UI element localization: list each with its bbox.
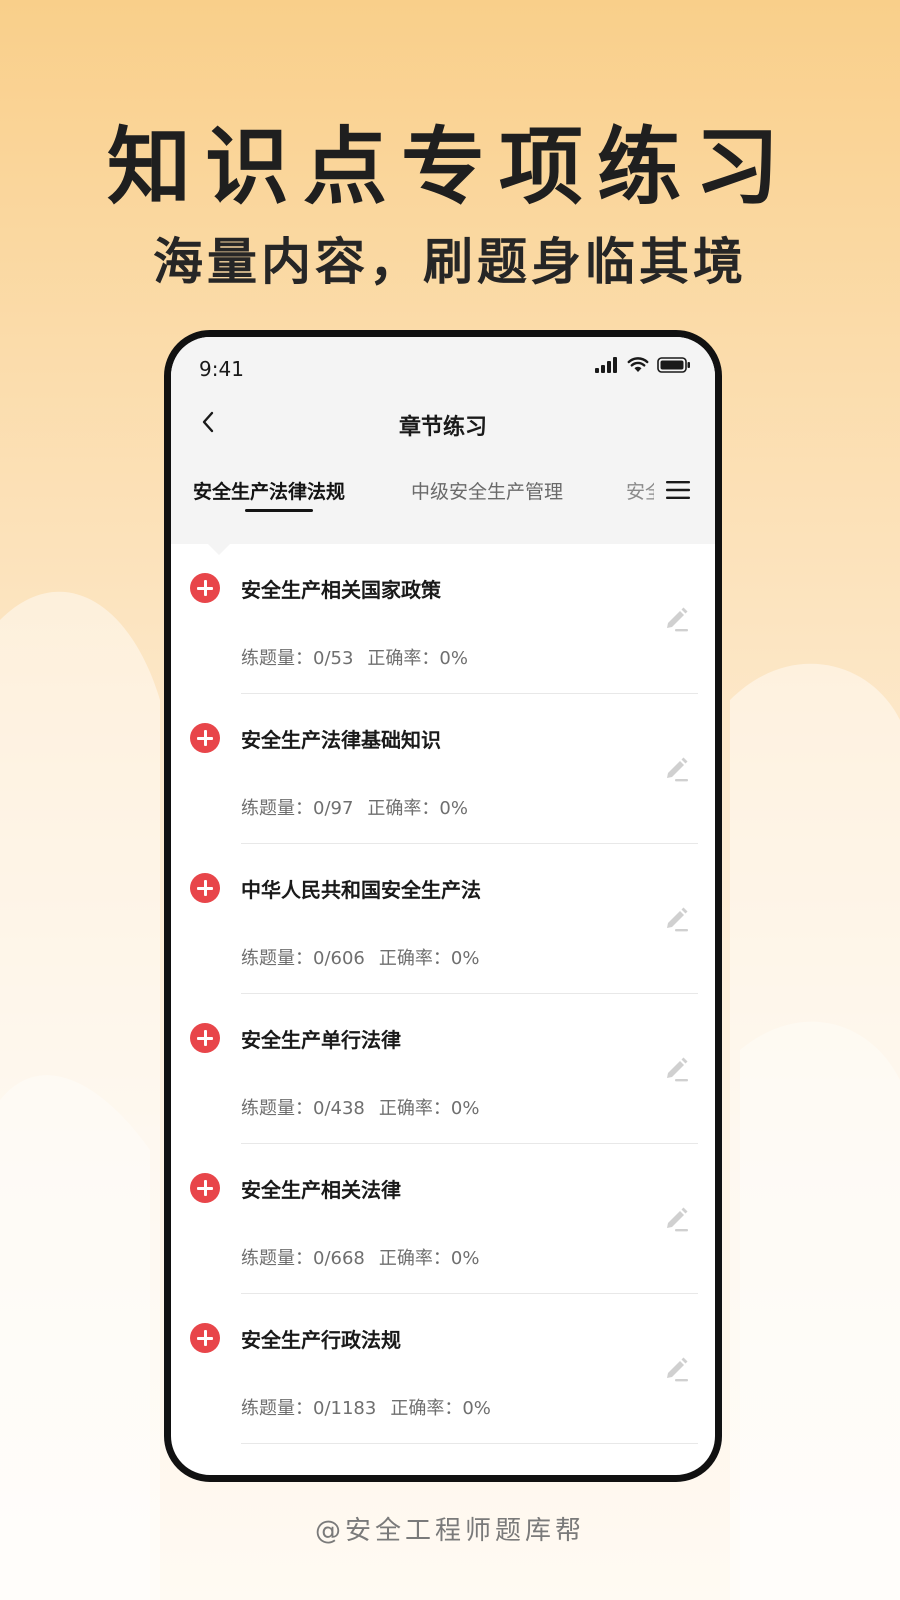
chapter-item[interactable]: 安全生产单行法律 练题量：0/438 正确率：0%	[171, 994, 715, 1144]
chapter-item[interactable]: 安全生产法律基础知识 练题量：0/97 正确率：0%	[171, 694, 715, 844]
accuracy-label: 正确率：	[378, 1248, 451, 1269]
edit-icon[interactable]	[661, 1202, 693, 1234]
tab-active-indicator	[245, 509, 313, 512]
page-title: 章节练习	[398, 415, 487, 440]
expand-plus-icon[interactable]	[190, 1173, 220, 1203]
accuracy-label: 正确率：	[378, 948, 451, 969]
chapter-stats: 练题量：0/606 正确率：0%	[241, 944, 479, 970]
hero-title: 知识点专项练习	[106, 118, 793, 216]
phone-header-area: 9:41 章节练习 安全生产法律法规 中级安全生产管理 安	[171, 337, 715, 544]
chapter-list: 安全生产相关国家政策 练题量：0/53 正确率：0% 安全生产法律基础知识 练题量…	[171, 544, 715, 1444]
accuracy-value: 0%	[439, 648, 468, 669]
count-label: 练题量：	[241, 1098, 313, 1119]
count-value: 0/1183	[313, 1398, 377, 1419]
count-label: 练题量：	[241, 948, 313, 969]
expand-plus-icon[interactable]	[190, 873, 220, 903]
accuracy-value: 0%	[450, 1248, 480, 1269]
chapter-stats: 练题量：0/53 正确率：0%	[241, 644, 468, 670]
battery-icon	[657, 357, 690, 373]
accuracy-label: 正确率：	[367, 798, 440, 819]
tab-menu-button[interactable]	[663, 475, 693, 505]
edit-icon[interactable]	[661, 902, 693, 934]
chapter-title: 安全生产法律基础知识	[241, 728, 441, 752]
chapter-tabs: 安全生产法律法规 中级安全生产管理 安全	[171, 477, 715, 527]
chapter-stats: 练题量：0/1183 正确率：0%	[241, 1394, 491, 1420]
menu-icon	[666, 481, 690, 499]
chapter-title: 安全生产单行法律	[241, 1028, 401, 1052]
expand-plus-icon[interactable]	[190, 1323, 220, 1353]
accuracy-label: 正确率：	[378, 1098, 451, 1119]
hero-subtitle: 海量内容，刷题身临其境	[153, 233, 747, 291]
tab-safety-law[interactable]: 安全生产法律法规	[193, 477, 345, 504]
accuracy-label: 正确率：	[367, 648, 440, 669]
count-value: 0/438	[313, 1098, 365, 1119]
accuracy-label: 正确率：	[390, 1398, 463, 1419]
tab-intermediate-management[interactable]: 中级安全生产管理	[411, 477, 563, 504]
chapter-item[interactable]: 中华人民共和国安全生产法 练题量：0/606 正确率：0%	[171, 844, 715, 994]
chapter-title: 中华人民共和国安全生产法	[241, 878, 481, 902]
divider	[241, 1443, 698, 1444]
chapter-stats: 练题量：0/668 正确率：0%	[241, 1244, 479, 1270]
count-value: 0/97	[313, 798, 354, 819]
count-label: 练题量：	[241, 1398, 313, 1419]
status-time: 9:41	[199, 357, 244, 381]
count-value: 0/606	[313, 948, 365, 969]
accuracy-value: 0%	[439, 798, 468, 819]
chapter-title: 安全生产相关国家政策	[241, 578, 441, 602]
chapter-item[interactable]: 安全生产相关国家政策 练题量：0/53 正确率：0%	[171, 544, 715, 694]
signal-icon	[595, 357, 617, 373]
chapter-item[interactable]: 安全生产行政法规 练题量：0/1183 正确率：0%	[171, 1294, 715, 1444]
edit-icon[interactable]	[661, 1052, 693, 1084]
accuracy-value: 0%	[450, 1098, 480, 1119]
status-icons	[595, 357, 691, 373]
expand-plus-icon[interactable]	[190, 723, 220, 753]
chapter-title: 安全生产相关法律	[241, 1178, 401, 1202]
chapter-title: 安全生产行政法规	[241, 1328, 401, 1352]
edit-icon[interactable]	[661, 602, 693, 634]
tab-safety-partial[interactable]: 安全	[626, 477, 654, 504]
count-value: 0/53	[313, 648, 354, 669]
expand-plus-icon[interactable]	[190, 573, 220, 603]
count-label: 练题量：	[241, 648, 313, 669]
edit-icon[interactable]	[661, 1352, 693, 1384]
accuracy-value: 0%	[462, 1398, 491, 1419]
chapter-stats: 练题量：0/438 正确率：0%	[241, 1094, 479, 1120]
count-label: 练题量：	[241, 798, 313, 819]
chapter-item[interactable]: 安全生产相关法律 练题量：0/668 正确率：0%	[171, 1144, 715, 1294]
brand-watermark: @安全工程师题库帮	[314, 1516, 585, 1546]
count-value: 0/668	[313, 1248, 365, 1269]
expand-plus-icon[interactable]	[190, 1023, 220, 1053]
edit-icon[interactable]	[661, 752, 693, 784]
count-label: 练题量：	[241, 1248, 313, 1269]
wifi-icon	[627, 357, 649, 372]
phone-mockup: 9:41 章节练习 安全生产法律法规 中级安全生产管理 安 安全生产相关国家政策…	[164, 330, 722, 1482]
chapter-stats: 练题量：0/97 正确率：0%	[241, 794, 468, 820]
accuracy-value: 0%	[450, 948, 480, 969]
